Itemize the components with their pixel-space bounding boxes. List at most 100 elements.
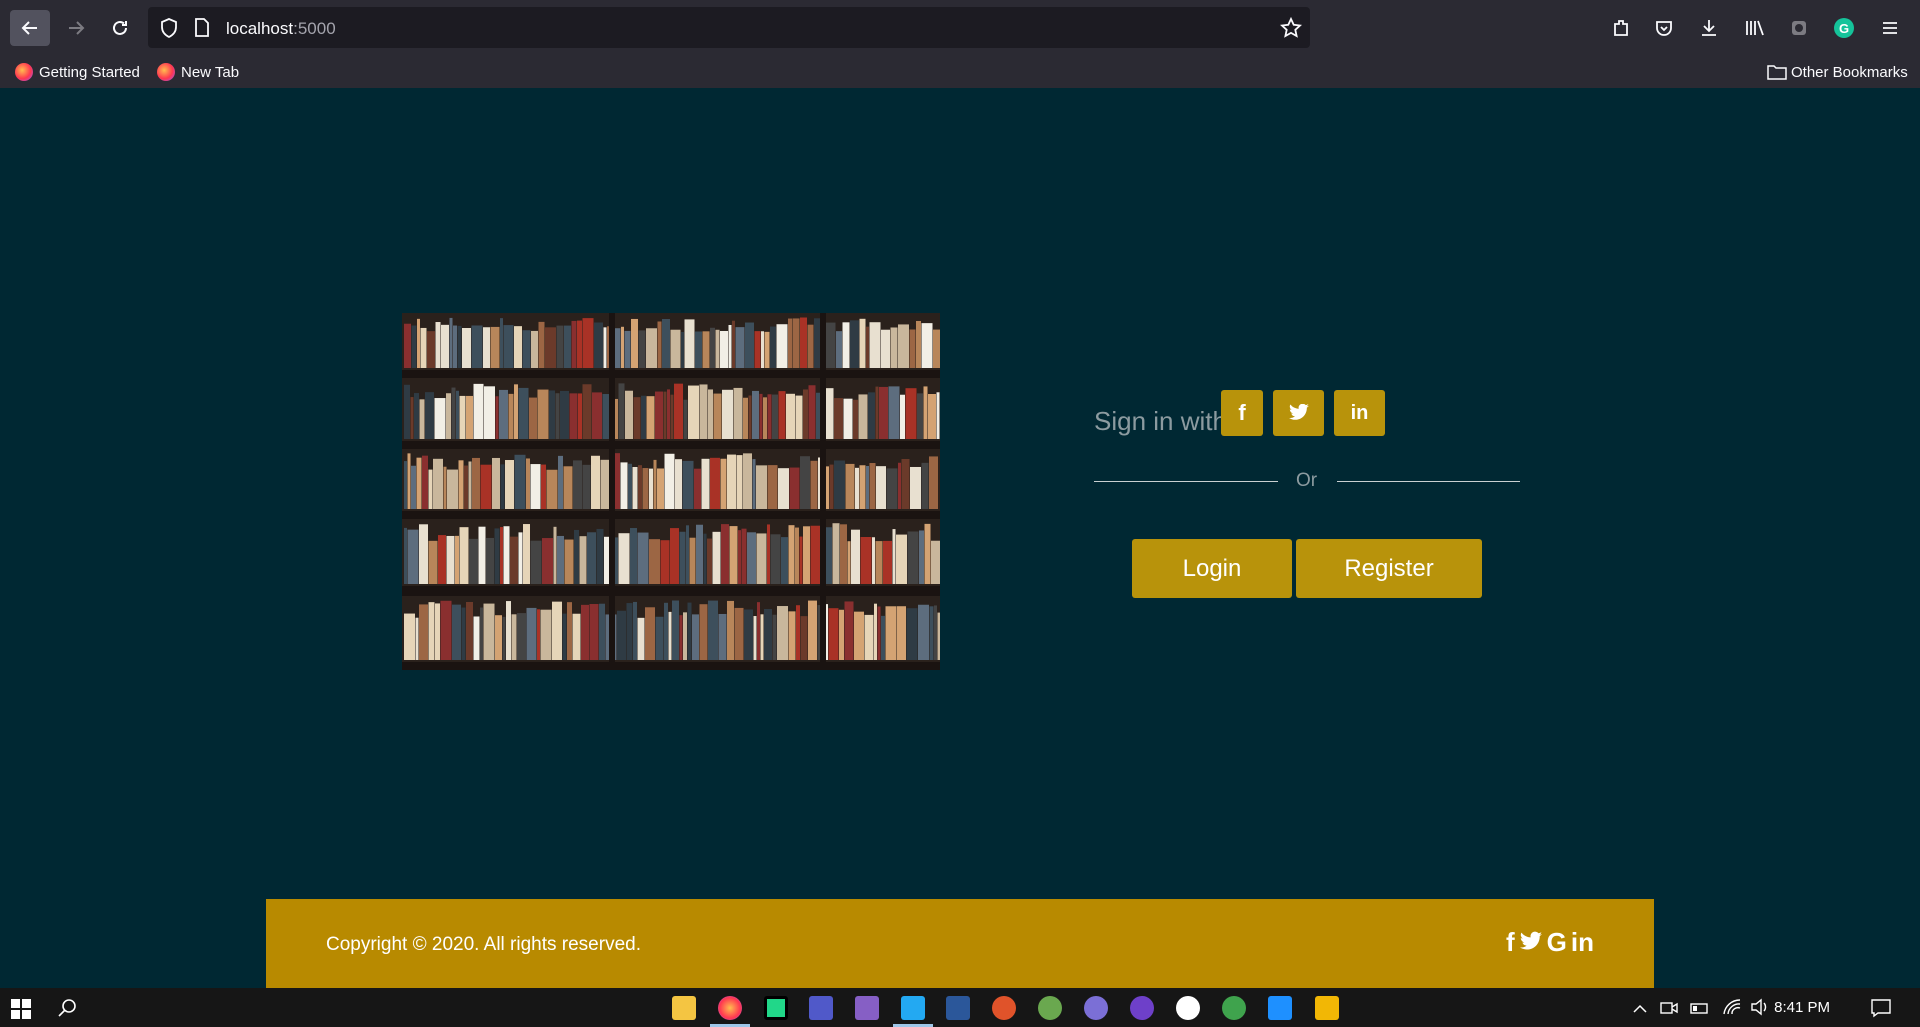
book-spine [883, 540, 892, 584]
book-spine [875, 386, 879, 439]
book-spine [526, 458, 530, 509]
book-spine [776, 324, 788, 368]
book-spine [772, 614, 777, 660]
app-icon[interactable] [1084, 996, 1108, 1020]
book-spine [767, 465, 778, 509]
downloads-icon[interactable] [1697, 16, 1721, 40]
other-bookmarks[interactable]: Other Bookmarks [1767, 61, 1908, 83]
app-icon[interactable] [992, 996, 1016, 1020]
book-spine [587, 532, 596, 584]
book-spine [866, 326, 869, 368]
back-button[interactable] [10, 10, 50, 46]
book-spine [772, 394, 778, 439]
book-spine [483, 327, 490, 368]
windows-taskbar: 8:41 PM [0, 988, 1920, 1027]
firefox-icon [157, 63, 175, 81]
book-spine [492, 457, 500, 509]
login-button[interactable]: Login [1132, 539, 1292, 598]
extensions-icon[interactable] [1609, 16, 1633, 40]
bookmarks-toolbar: Getting Started New Tab Other Bookmarks [0, 56, 1920, 88]
visual-studio-icon[interactable] [855, 996, 879, 1020]
book-spine [592, 392, 602, 439]
url-bar[interactable]: localhost:5000 [148, 7, 1310, 48]
wifi-icon[interactable] [1722, 998, 1742, 1016]
book-spine [517, 613, 526, 660]
book-spine [410, 397, 414, 439]
book-spine [425, 392, 434, 439]
battery-icon[interactable] [1690, 1000, 1710, 1016]
github-desktop-icon[interactable] [1130, 996, 1154, 1020]
book-spine [404, 461, 407, 509]
book-spine [696, 524, 703, 584]
book-spine [451, 387, 456, 439]
book-spine [906, 608, 918, 660]
chevron-up-icon[interactable] [1632, 1002, 1648, 1014]
book-spine [552, 601, 562, 660]
app-icon[interactable] [1222, 996, 1246, 1020]
vscode-icon[interactable] [901, 996, 925, 1020]
book-spine [759, 393, 763, 439]
register-button[interactable]: Register [1296, 539, 1482, 598]
forward-button[interactable] [56, 10, 96, 46]
book-spine [761, 331, 764, 368]
linkedin-icon[interactable]: in [1571, 927, 1594, 958]
book-spine [427, 331, 435, 368]
pycharm-icon[interactable] [764, 996, 788, 1020]
word-icon[interactable] [946, 996, 970, 1020]
book-spine [422, 455, 428, 509]
search-icon[interactable] [57, 998, 77, 1018]
url-text[interactable]: localhost:5000 [226, 19, 336, 39]
book-spine [599, 603, 605, 660]
book-spine [615, 537, 618, 584]
book-spine [419, 604, 428, 660]
library-icon[interactable] [1743, 16, 1767, 40]
book-spine [441, 324, 449, 368]
google-icon[interactable]: G [1547, 927, 1567, 958]
grammarly-icon[interactable]: G [1832, 16, 1856, 40]
facebook-button[interactable]: f [1221, 390, 1263, 436]
app-icon[interactable] [1038, 996, 1062, 1020]
meet-now-icon[interactable] [1660, 999, 1678, 1017]
book-spine [854, 611, 864, 660]
twitter-icon[interactable] [1519, 931, 1543, 953]
reload-button[interactable] [100, 10, 140, 46]
taskbar-clock[interactable]: 8:41 PM [1774, 999, 1830, 1016]
app-icon[interactable] [1268, 996, 1292, 1020]
book-spine [526, 607, 537, 660]
divider-right [1337, 481, 1520, 482]
book-spine [807, 324, 814, 368]
bookmark-getting-started[interactable]: Getting Started [15, 61, 140, 83]
facebook-icon[interactable]: f [1506, 927, 1515, 958]
book-spine [850, 320, 859, 368]
file-explorer-icon[interactable] [672, 996, 696, 1020]
book-spine [433, 458, 443, 509]
volume-icon[interactable] [1750, 998, 1770, 1016]
shield-icon[interactable] [160, 18, 178, 38]
twitter-button[interactable] [1273, 390, 1324, 436]
book-spine [832, 523, 840, 584]
bookmark-star-icon[interactable] [1280, 17, 1302, 39]
browser-chrome: localhost:5000 G Getting Started New Tab… [0, 0, 1920, 88]
book-spine [736, 455, 743, 509]
menu-icon[interactable] [1878, 16, 1902, 40]
book-spine [881, 615, 885, 660]
book-spine [826, 466, 829, 509]
sync-icon[interactable] [1787, 16, 1811, 40]
app-icon[interactable] [1176, 996, 1200, 1020]
book-spine [447, 469, 458, 509]
app-icon[interactable] [1315, 996, 1339, 1020]
firefox-icon[interactable] [718, 996, 742, 1020]
book-spine [662, 318, 670, 368]
book-spine [788, 611, 796, 660]
linkedin-button[interactable]: in [1334, 390, 1385, 436]
notification-icon[interactable] [1870, 998, 1892, 1018]
teams-icon[interactable] [809, 996, 833, 1020]
bookmark-new-tab[interactable]: New Tab [157, 61, 239, 83]
linkedin-icon: in [1350, 401, 1369, 424]
book-spine [796, 605, 800, 660]
pocket-icon[interactable] [1652, 16, 1676, 40]
windows-start-icon[interactable] [11, 999, 31, 1019]
footer: Copyright © 2020. All rights reserved. f… [266, 899, 1654, 988]
book-spine [689, 537, 696, 584]
book-spine [407, 529, 419, 584]
